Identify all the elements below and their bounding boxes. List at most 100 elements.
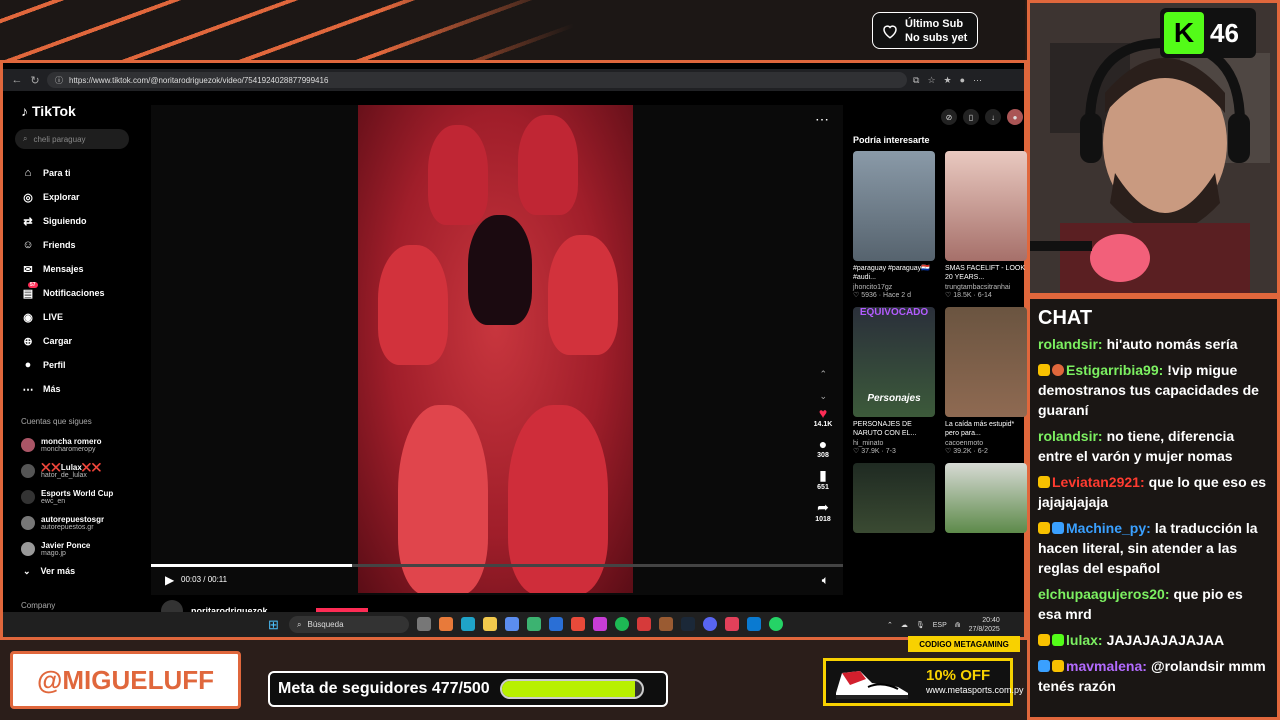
following-item[interactable]: autorepuestosgr autorepuestos.gr <box>15 510 145 536</box>
follower-goal: Meta de seguidores 477/500 <box>268 671 668 707</box>
volume-icon[interactable]: 🔈︎ <box>822 573 829 588</box>
comment-button[interactable]: ● 308 <box>808 436 838 459</box>
app-icon[interactable] <box>527 617 541 631</box>
app-icon[interactable] <box>593 617 607 631</box>
search-placeholder: cheli paraguay <box>33 134 86 144</box>
steam-icon[interactable] <box>681 617 695 631</box>
search-input[interactable]: ⌕ cheli paraguay <box>15 129 129 149</box>
save-button[interactable]: ▮ 651 <box>808 467 838 491</box>
sponsor-site: www.metasports.com.py <box>926 685 1024 695</box>
spotify-icon[interactable] <box>615 617 629 631</box>
windows-start-icon[interactable]: ⊞ <box>268 617 279 633</box>
nav-mas[interactable]: ⋯ Más <box>15 377 145 401</box>
following-name: Javier Ponce <box>41 541 91 550</box>
clock-date: 27/8/2025 <box>968 626 1000 633</box>
nav-mensajes[interactable]: ✉ Mensajes <box>15 257 145 281</box>
reload-icon[interactable]: ↻ <box>29 74 41 87</box>
extensions-icon[interactable]: ⧉ <box>913 75 919 86</box>
chevron-up-icon[interactable]: ⌃ <box>887 621 893 629</box>
chat-user[interactable]: Leviatan2921: <box>1052 474 1145 490</box>
cloud-icon[interactable]: ☁ <box>901 621 908 629</box>
home-icon: ⌂ <box>24 167 32 179</box>
avatar <box>21 516 35 530</box>
address-bar[interactable]: ⓘ https://www.tiktok.com/@noritarodrigue… <box>47 72 907 88</box>
chrome-icon[interactable] <box>571 617 585 631</box>
folder-icon[interactable] <box>483 617 497 631</box>
tiktok-logo[interactable]: ♪ TikTok <box>21 103 145 119</box>
taskbar-search[interactable]: ⌕ Búsqueda <box>289 616 409 633</box>
rec-card[interactable]: #paraguay #paraguay🇵🇾 #audi... jhoncito1… <box>853 151 935 299</box>
wifi-icon[interactable]: ⋒ <box>955 621 961 629</box>
nav-siguiendo[interactable]: ⇄ Siguiendo <box>15 209 145 233</box>
nav-label: Cargar <box>43 336 73 346</box>
app-icon[interactable] <box>439 617 453 631</box>
more-icon: ⋯ <box>22 383 34 396</box>
video-progress-bar[interactable] <box>151 564 843 567</box>
crown-badge-icon <box>1038 634 1050 646</box>
chat-user[interactable]: elchupaagujeros20: <box>1038 586 1170 602</box>
edge-icon[interactable] <box>461 617 475 631</box>
app-icon[interactable] <box>637 617 651 631</box>
chat-user[interactable]: mavmalena: <box>1066 658 1147 674</box>
back-icon[interactable]: ← <box>11 74 23 86</box>
taskbar-apps <box>417 617 783 631</box>
favorites-icon[interactable]: ★ <box>944 75 952 86</box>
nav-para-ti[interactable]: ⌂ Para ti <box>15 161 145 185</box>
discord-icon[interactable] <box>703 617 717 631</box>
keyboard-language[interactable]: ESP <box>933 622 947 629</box>
nav-friends[interactable]: ☺ Friends <box>15 233 145 257</box>
nav-explorar[interactable]: ◎ Explorar <box>15 185 145 209</box>
rec-card[interactable]: SMAS FACELIFT - LOOK 20 YEARS... trungta… <box>945 151 1027 299</box>
video-player[interactable]: ⋯ ⌃ ⌄ ▶ 00:03 / 00:11 🔈︎ <box>151 105 843 595</box>
chat-user[interactable]: lulax: <box>1066 632 1103 648</box>
following-item[interactable]: ❌❌Lulax❌❌ hator_de_lulax <box>15 458 145 484</box>
app-icon[interactable] <box>505 617 519 631</box>
rec-card[interactable] <box>945 463 1027 533</box>
rec-card[interactable]: La caída más estupid* pero para... cacoe… <box>945 307 1027 455</box>
chat-user[interactable]: Machine_py: <box>1066 520 1151 536</box>
chat-title: CHAT <box>1038 307 1093 329</box>
taskbar-clock[interactable]: 20:40 27/8/2025 <box>969 616 1000 634</box>
follower-goal-bar <box>499 679 644 699</box>
download-icon[interactable]: ↓ <box>985 109 1001 125</box>
task-view-icon[interactable] <box>417 617 431 631</box>
rec-card[interactable] <box>853 463 935 533</box>
following-item[interactable]: moncha romero moncharomeropy <box>15 432 145 458</box>
chevron-up-icon[interactable]: ⌃ <box>819 363 827 385</box>
more-options-icon[interactable]: ⋯ <box>815 111 829 128</box>
video-nav: ⌃ ⌄ <box>819 363 827 407</box>
profile-icon[interactable]: ● <box>960 75 965 86</box>
nav-live[interactable]: ◉ LIVE <box>15 305 145 329</box>
microphone-icon[interactable]: 🎙︎ <box>916 621 925 629</box>
rec-user: trungtambacsitranhai <box>945 284 1011 291</box>
play-icon[interactable]: ▶ <box>165 573 174 587</box>
following-name: autorepuestosgr <box>41 515 105 524</box>
info-icon[interactable]: ⓘ <box>55 75 63 86</box>
menu-icon[interactable]: ⋯ <box>973 75 982 86</box>
compass-icon[interactable]: ⊘ <box>941 109 957 125</box>
chat-user[interactable]: rolandsir: <box>1038 428 1103 444</box>
video-frame[interactable] <box>358 105 633 593</box>
app-icon[interactable] <box>725 617 739 631</box>
chevron-down-icon[interactable]: ⌄ <box>819 385 827 407</box>
nav-perfil[interactable]: ● Perfil <box>15 353 145 377</box>
share-button[interactable]: ➦ 1018 <box>808 499 838 523</box>
vscode-icon[interactable] <box>747 617 761 631</box>
chat-user[interactable]: Estigarribia99: <box>1066 362 1163 378</box>
like-button[interactable]: ♥ 14.1K <box>808 405 838 428</box>
nav-notificaciones[interactable]: ▤ 57 Notificaciones <box>15 281 145 305</box>
avatar[interactable]: ● <box>1007 109 1023 125</box>
see-more-link[interactable]: ⌄ Ver más <box>15 566 145 577</box>
browser-toolbar: ← ↻ ⓘ https://www.tiktok.com/@noritarodr… <box>3 69 1024 91</box>
company-link[interactable]: Company <box>21 601 55 610</box>
rec-card[interactable]: EQUIVOCADO Personajes PERSONAJES DE NARU… <box>853 307 935 455</box>
nav-cargar[interactable]: ⊕ Cargar <box>15 329 145 353</box>
chat-user[interactable]: rolandsir: <box>1038 336 1103 352</box>
whatsapp-icon[interactable] <box>769 617 783 631</box>
following-item[interactable]: Javier Ponce mago.jp <box>15 536 145 562</box>
following-item[interactable]: Esports World Cup ewc_en <box>15 484 145 510</box>
phone-icon[interactable]: ▯ <box>963 109 979 125</box>
app-icon[interactable] <box>659 617 673 631</box>
star-icon[interactable]: ☆ <box>927 75 935 86</box>
outlook-icon[interactable] <box>549 617 563 631</box>
